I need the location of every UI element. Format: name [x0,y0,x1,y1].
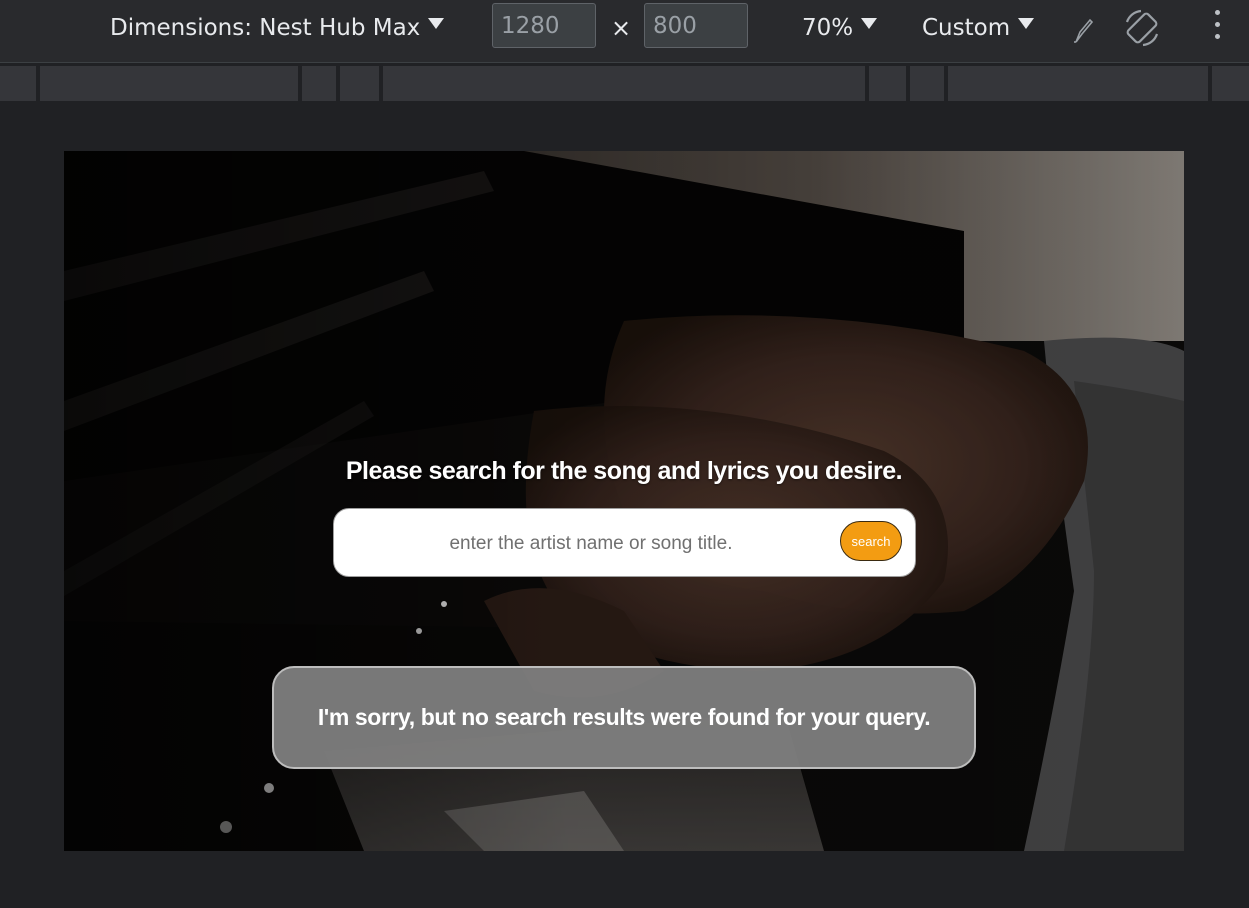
media-query-segment[interactable] [383,66,865,101]
media-query-segment[interactable] [948,66,1208,101]
media-query-segment[interactable] [340,66,379,101]
height-input[interactable] [644,3,748,48]
times-separator: × [611,14,632,42]
media-query-segment[interactable] [302,66,336,101]
device-toolbar: Dimensions: Nest Hub Max × 70% Custom [0,0,1249,63]
caret-down-icon [861,18,878,29]
emulated-viewport: Please search for the song and lyrics yo… [64,151,1184,851]
caret-down-icon [428,18,445,29]
more-options-icon[interactable] [1212,10,1222,44]
width-input[interactable] [492,3,596,48]
media-query-segment[interactable] [0,66,36,101]
device-dimensions-dropdown[interactable]: Dimensions: Nest Hub Max [110,13,445,43]
media-query-segment[interactable] [869,66,906,101]
media-query-bar [0,66,1249,102]
pen-icon[interactable] [1072,16,1094,44]
search-input[interactable] [354,523,828,565]
media-query-segment[interactable] [910,66,944,101]
media-query-segment[interactable] [40,66,298,101]
throttle-dropdown[interactable]: Custom [922,13,1035,43]
caret-down-icon [1018,18,1035,29]
media-query-segment[interactable] [1212,66,1249,101]
search-bar: search [333,508,916,577]
rotate-icon[interactable] [1121,8,1163,48]
page-heading: Please search for the song and lyrics yo… [345,457,903,485]
no-results-text: I'm sorry, but no search results were fo… [317,704,931,730]
no-results-message: I'm sorry, but no search results were fo… [272,666,976,769]
zoom-dropdown[interactable]: 70% [802,13,878,43]
throttle-label: Custom [922,15,1011,41]
zoom-label: 70% [802,15,854,41]
search-button[interactable]: search [840,521,902,561]
device-dimensions-label: Dimensions: Nest Hub Max [110,15,421,41]
